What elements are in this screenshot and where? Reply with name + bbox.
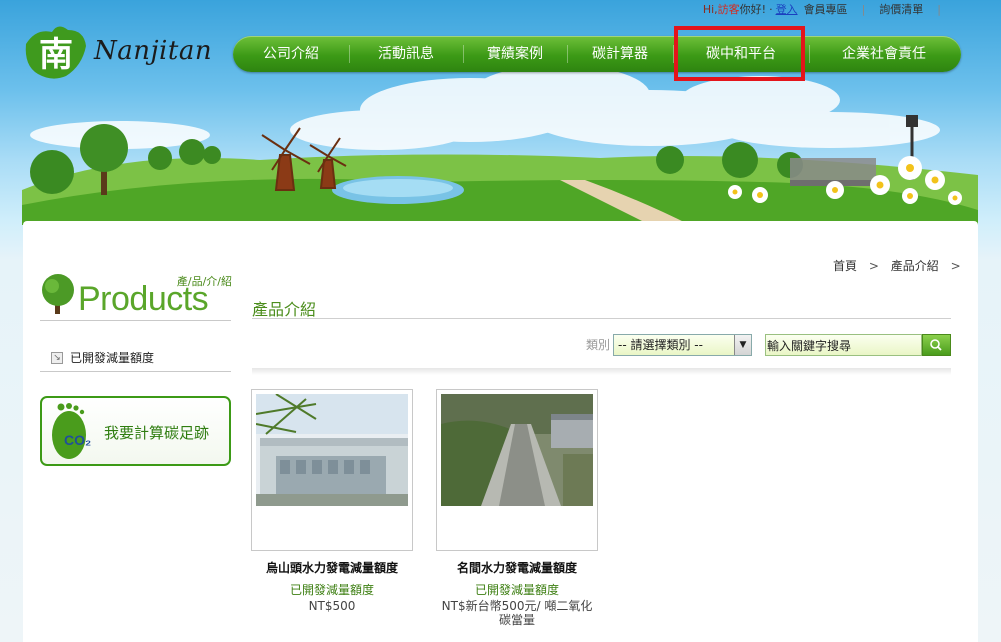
sidebar-divider: [40, 320, 231, 321]
greeting-dot: ·: [769, 2, 773, 16]
logo-wordmark: Nanjitan: [94, 36, 213, 66]
site-logo[interactable]: 南 Nanjitan: [22, 22, 212, 82]
product-card-mingjian[interactable]: [436, 389, 598, 551]
greeting-hi: Hi,: [702, 2, 718, 16]
product-image-mingjian[interactable]: [441, 394, 593, 506]
footprint-button-label: 我要計算碳足跡: [104, 424, 210, 442]
nav-company-intro[interactable]: 公司介紹: [233, 36, 349, 72]
svg-text:南: 南: [39, 35, 73, 75]
nav-csr[interactable]: 企業社會責任: [809, 36, 959, 72]
nav-carbon-calculator[interactable]: 碳計算器: [567, 36, 673, 72]
title-divider: [252, 318, 951, 319]
search-button[interactable]: [922, 334, 951, 356]
greeting-tail: 你好!: [739, 3, 767, 16]
main-nav: 公司介紹 活動訊息 實績案例 碳計算器 碳中和平台 企業社會責任: [233, 36, 961, 72]
sidebar-item-label: 已開發減量額度: [70, 351, 155, 365]
co2-footprint-icon: CO₂: [52, 403, 91, 459]
sidebar-title: 產/品/介/紹 Products: [40, 270, 232, 322]
filter-label: 類別: [586, 338, 611, 352]
topbar-separator: |: [861, 2, 866, 16]
login-link[interactable]: 登入: [776, 1, 798, 17]
breadcrumb-home[interactable]: 首頁: [833, 259, 857, 273]
product-image-wushantou[interactable]: [256, 394, 408, 506]
tree-icon: [42, 274, 74, 314]
search-input[interactable]: [765, 334, 922, 356]
category-select-value: -- 請選擇類別 --: [618, 338, 703, 352]
member-area-link[interactable]: 會員專區: [804, 1, 848, 17]
product-name-wushantou[interactable]: 烏山頭水力發電減量額度: [251, 559, 413, 576]
breadcrumb: 首頁 > 產品介紹 >: [833, 257, 969, 274]
nav-case-studies[interactable]: 實績案例: [463, 36, 567, 72]
topbar-separator-end: |: [937, 2, 941, 16]
carbon-footprint-button[interactable]: CO₂ 我要計算碳足跡: [40, 396, 231, 466]
sidebar-divider-2: [40, 371, 231, 372]
top-account-bar: Hi, 訪客 你好! · 登入 會員專區 | 詢價清單 |: [702, 1, 955, 17]
nav-carbon-neutral-platform[interactable]: 碳中和平台: [673, 36, 809, 72]
inquiry-list-link[interactable]: 詢價清單: [879, 1, 923, 17]
breadcrumb-arrow: >: [868, 259, 879, 273]
product-name-mingjian[interactable]: 名間水力發電減量額度: [436, 559, 598, 576]
product-card-wushantou[interactable]: [251, 389, 413, 551]
sidebar-item-developed-credits[interactable]: ↘ 已開發減量額度: [51, 349, 154, 366]
nav-event-news[interactable]: 活動訊息: [349, 36, 463, 72]
product-price-wushantou: NT$500: [308, 599, 356, 613]
breadcrumb-current[interactable]: 產品介紹: [891, 259, 939, 273]
logo-emblem-icon: 南: [25, 26, 86, 79]
product-price-line-1: NT$新台幣500元/ 噸二氧化: [441, 599, 593, 613]
product-category-mingjian: 已開發減量額度: [474, 583, 559, 597]
product-category-wushantou: 已開發減量額度: [289, 583, 374, 597]
toolbar-divider: [252, 368, 951, 375]
category-select[interactable]: -- 請選擇類別 -- ▼: [613, 334, 752, 356]
search-icon: [930, 339, 942, 351]
breadcrumb-arrow-end: >: [950, 259, 961, 273]
sidebar-title-products: Products: [78, 280, 209, 318]
product-price-mingjian: NT$新台幣500元/ 噸二氧化 碳當量: [436, 599, 598, 627]
svg-text:CO₂: CO₂: [64, 432, 91, 448]
arrow-box-icon: ↘: [51, 351, 63, 364]
page-title: 產品介紹: [252, 300, 317, 319]
dropdown-arrow-icon[interactable]: ▼: [734, 335, 751, 355]
greeting-guest: 訪客: [717, 3, 740, 16]
product-price-line-2: 碳當量: [498, 613, 535, 627]
